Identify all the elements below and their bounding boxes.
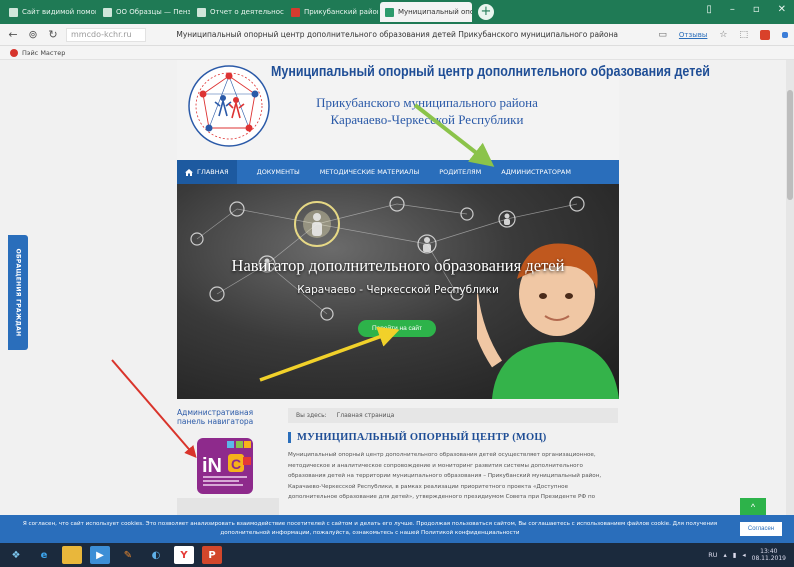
browser-tab[interactable]: Сайт видимой помощник	[4, 2, 96, 22]
cookie-consent-bar: Я согласен, что сайт использует cookies.…	[0, 515, 794, 543]
bookmarks-bar: Пэйс Мастер	[0, 46, 794, 60]
back-icon[interactable]: ←	[6, 28, 20, 41]
site-title: Муниципальный опорный центр дополнительн…	[271, 64, 710, 80]
scroll-to-top-button[interactable]: ^	[740, 498, 766, 515]
browser-tab-active[interactable]: Муниципальный опор×	[380, 2, 472, 22]
new-tab-button[interactable]: +	[478, 4, 494, 20]
internet-explorer-icon[interactable]: e	[34, 546, 54, 564]
site-header: Муниципальный опорный центр дополнительн…	[177, 60, 710, 160]
citizen-appeals-tab[interactable]: ОБРАЩЕНИЯ ГРАЖДАН	[8, 235, 28, 350]
browser-tab-strip: Сайт видимой помощник ОО Образцы — Пенза…	[0, 0, 794, 24]
page-title: Муниципальный опорный центр дополнительн…	[176, 30, 619, 39]
menu-item-administrators[interactable]: АДМИНИСТРАТОРАМ	[501, 168, 571, 176]
hero-title: Навигатор дополнительного образования де…	[231, 256, 565, 275]
section-title: МУНИЦИПАЛЬНЫЙ ОПОРНЫЙ ЦЕНТР (МОЦ)	[288, 432, 618, 443]
address-bar-actions: ▭ Отзывы ☆ ⬚	[658, 29, 788, 40]
page-viewport: ОБРАЩЕНИЯ ГРАЖДАН Муниципальный опорный …	[0, 60, 794, 515]
close-window-icon[interactable]: ✕	[778, 4, 786, 15]
downloads-icon[interactable]: ⬚	[739, 30, 748, 40]
powerpoint-icon[interactable]: P	[202, 546, 222, 564]
reviews-link[interactable]: Отзывы	[679, 31, 708, 39]
media-player-icon[interactable]: ▶	[90, 546, 110, 564]
home-icon	[185, 168, 193, 176]
network-icon[interactable]: ▮	[733, 551, 737, 559]
center-logo-icon	[188, 65, 270, 147]
hero-banner: Навигатор дополнительного образования де…	[177, 184, 619, 399]
go-to-site-button[interactable]: Перейти на сайт	[358, 320, 436, 337]
lock-icon[interactable]: ⊚	[26, 28, 40, 41]
bookmark-star-icon[interactable]: ☆	[719, 30, 727, 40]
navigator-inc-logo-icon[interactable]: iN C	[197, 438, 253, 494]
tab-favicon-icon	[385, 7, 394, 17]
volume-icon[interactable]: ◂	[742, 551, 745, 559]
taskbar: ❖ e ▶ ✎ ◐ Y P RU ▴ ▮ ◂ 13:40 08.11.2019	[0, 543, 794, 567]
scrollbar-thumb[interactable]	[787, 90, 793, 200]
browser-tab[interactable]: ОО Образцы — Пенза М	[98, 2, 190, 22]
browser-tab[interactable]: Отчет о деятельности М	[192, 2, 284, 22]
bookmark-favicon-icon	[10, 48, 18, 57]
sidebar-box	[177, 498, 279, 515]
language-indicator[interactable]: RU	[708, 551, 717, 559]
tab-favicon-icon	[197, 7, 206, 17]
hero-subtitle: Карачаево - Черкесской Республики	[297, 284, 499, 296]
svg-text:C: C	[231, 456, 241, 472]
site-container: Муниципальный опорный центр дополнительн…	[177, 60, 710, 515]
admin-panel-heading[interactable]: Административная панель навигатора	[177, 408, 277, 426]
url-field[interactable]: mmcdo-kchr.ru	[66, 27, 146, 42]
minimize-icon[interactable]: –	[730, 4, 735, 15]
tab-favicon-icon	[9, 7, 18, 17]
child-photo-icon	[477, 243, 619, 399]
accept-cookies-button[interactable]: Согласен	[740, 522, 782, 536]
cookie-text: Я согласен, что сайт использует cookies.…	[22, 521, 718, 536]
svg-text:iN: iN	[202, 455, 222, 477]
window-controls: ▯ – ▫ ✕	[706, 4, 786, 15]
section-body-text: Муниципальный опорный центр дополнительн…	[288, 452, 602, 500]
yandex-browser-icon[interactable]: Y	[174, 546, 194, 564]
reload-icon[interactable]: ↻	[46, 28, 60, 41]
app-icon[interactable]: ✎	[118, 546, 138, 564]
breadcrumb: Вы здесь: Главная страница	[288, 408, 618, 423]
extension-icon[interactable]	[760, 29, 770, 40]
main-menu: ГЛАВНАЯ ДОКУМЕНТЫ МЕТОДИЧЕСКИЕ МАТЕРИАЛЫ…	[177, 160, 619, 184]
network-app-icon[interactable]: ◐	[146, 546, 166, 564]
bookmark-page-icon[interactable]: ▭	[658, 30, 667, 40]
browser-tab[interactable]: Прикубанский районный	[286, 2, 378, 22]
maximize-icon[interactable]: ▫	[753, 4, 760, 15]
clock[interactable]: 13:40 08.11.2019	[752, 548, 786, 562]
bookmark-item[interactable]: Пэйс Мастер	[22, 49, 65, 57]
menu-item-parents[interactable]: РОДИТЕЛЯМ	[439, 168, 481, 176]
menu-item-methodical-materials[interactable]: МЕТОДИЧЕСКИЕ МАТЕРИАЛЫ	[320, 168, 419, 176]
tab-favicon-icon	[291, 7, 300, 17]
file-explorer-icon[interactable]	[62, 546, 82, 564]
menu-item-home[interactable]: ГЛАВНАЯ	[177, 160, 237, 184]
extension-icon[interactable]	[782, 31, 788, 38]
tab-favicon-icon	[103, 7, 112, 17]
menu-item-documents[interactable]: ДОКУМЕНТЫ	[257, 168, 300, 176]
address-bar: ← ⊚ ↻ mmcdo-kchr.ru Муниципальный опорны…	[0, 24, 794, 46]
site-subtitle: Прикубанского муниципального района Кара…	[316, 95, 538, 127]
system-tray: RU ▴ ▮ ◂ 13:40 08.11.2019	[708, 548, 794, 562]
start-menu-icon[interactable]: ❖	[6, 546, 26, 564]
tray-arrow-icon[interactable]: ▴	[724, 551, 727, 559]
menu-icon[interactable]: ▯	[706, 4, 712, 15]
page-scrollbar[interactable]	[786, 60, 794, 515]
